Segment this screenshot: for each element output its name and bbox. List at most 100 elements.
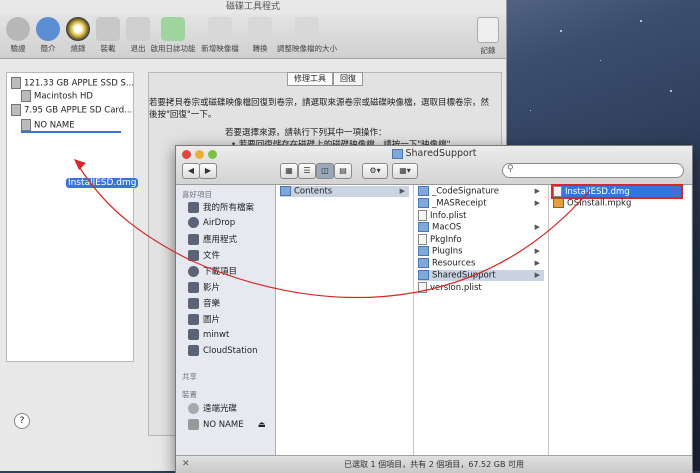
column-2: _CodeSignature ▶ _MASReceipt ▶ Info.plist … — [414, 185, 549, 455]
action-gear-button[interactable]: ⚙▾ — [362, 163, 388, 179]
sidebar-item-applications[interactable]: 應用程式 — [188, 233, 237, 245]
airdrop-icon — [188, 217, 199, 228]
list-item-selected[interactable]: InstallESD.dmg — [551, 184, 683, 199]
folder-icon — [418, 270, 429, 280]
sidebar-item-no-name[interactable]: NO NAME ⏏ — [188, 419, 266, 430]
list-item[interactable]: _CodeSignature ▶ — [418, 186, 544, 197]
burn-icon — [66, 17, 90, 41]
arrange-icon: ▦ — [399, 166, 407, 175]
documents-icon — [188, 250, 199, 261]
folder-icon — [188, 345, 199, 356]
arrange-button[interactable]: ▦▾ — [392, 163, 418, 179]
convert-button[interactable]: 轉換 — [242, 14, 278, 54]
resize-image-icon — [295, 17, 319, 41]
sidebar-item-airdrop[interactable]: AirDrop — [188, 217, 235, 228]
search-input[interactable]: ⚲ — [502, 163, 684, 178]
home-icon — [188, 329, 199, 340]
gear-icon: ⚙ — [369, 166, 377, 175]
disk-image-icon — [553, 186, 562, 197]
eject-icon[interactable]: ⏏ — [258, 420, 266, 430]
dragged-file-label: InstallESD.dmg — [66, 178, 139, 188]
all-files-icon — [188, 202, 199, 213]
folder-icon — [391, 148, 403, 159]
volume-icon — [188, 419, 199, 430]
list-item[interactable]: SharedSupport ▶ — [418, 270, 544, 281]
log-button[interactable]: 記錄 — [470, 14, 506, 56]
folder-icon — [418, 222, 429, 232]
back-button[interactable]: ◀ — [182, 163, 200, 179]
disk-item[interactable]: 7.95 GB APPLE SD Card... — [11, 104, 132, 116]
disc-icon — [188, 403, 199, 414]
enable-journaling-button[interactable]: 啟用日誌功能 — [148, 14, 198, 54]
document-icon — [418, 282, 427, 293]
list-item[interactable]: MacOS ▶ — [418, 222, 544, 233]
sd-card-icon — [11, 104, 21, 116]
list-item[interactable]: PlugIns ▶ — [418, 246, 544, 257]
column-3: InstallESD.dmg OSInstall.mpkg — [549, 184, 691, 455]
sidebar-item-music[interactable]: 音樂 — [188, 297, 220, 309]
movies-icon — [188, 282, 199, 293]
disk-item[interactable]: 121.33 GB APPLE SSD S... — [11, 77, 134, 89]
resize-image-button[interactable]: 調整映像檔的大小 — [276, 14, 338, 54]
volume-item-drop-target[interactable]: NO NAME — [21, 119, 121, 133]
folder-icon — [418, 258, 429, 268]
finder-toolbar: SharedSupport ◀ ▶ ▦ ☰ ◫ ▤ ⚙▾ ▦▾ ⚲ — [176, 146, 692, 185]
folder-icon — [418, 198, 429, 208]
sidebar-item-cloudstation[interactable]: CloudStation — [188, 345, 258, 356]
sidebar-item-pictures[interactable]: 圖片 — [188, 313, 220, 325]
tab-bar: 修理工具 回復 — [287, 72, 363, 86]
downloads-icon — [188, 266, 199, 277]
column-1: Contents ▶ — [276, 185, 414, 455]
new-image-icon — [208, 17, 232, 41]
icon-view-button[interactable]: ▦ — [280, 163, 298, 179]
sidebar-item-home[interactable]: minwt — [188, 329, 229, 340]
search-icon: ⚲ — [507, 164, 514, 174]
tab-first-aid[interactable]: 修理工具 — [287, 72, 333, 86]
package-icon — [553, 198, 564, 208]
finder-sidebar: 喜好項目 我的所有檔案 AirDrop 應用程式 文件 下載項目 影片 音樂 圖… — [176, 185, 276, 455]
sidebar-item-remote-disc[interactable]: 遠端光碟 — [188, 402, 237, 414]
document-icon — [418, 234, 427, 245]
journal-icon — [161, 17, 185, 41]
toolbar: 驗證 簡介 燒錄 裝載 退出 啟用日誌功能 新增映像檔 轉換 調整映像檔的大小 … — [0, 14, 506, 59]
column-view-button[interactable]: ◫ — [316, 163, 334, 179]
document-icon — [418, 210, 427, 221]
new-image-button[interactable]: 新增映像檔 — [200, 14, 240, 54]
folder-icon — [280, 186, 291, 196]
window-title: 磁碟工具程式 — [225, 2, 280, 12]
eject-icon — [126, 17, 150, 41]
mount-icon — [96, 17, 120, 41]
info-icon — [36, 17, 60, 41]
convert-icon — [248, 17, 272, 41]
list-item[interactable]: PkgInfo — [418, 234, 544, 245]
path-icon[interactable]: ✕ — [182, 456, 190, 473]
log-icon — [477, 17, 499, 43]
volume-icon — [21, 119, 31, 131]
folder-icon — [418, 186, 429, 196]
microscope-icon — [6, 17, 30, 41]
music-icon — [188, 298, 199, 309]
list-item[interactable]: Info.plist — [418, 210, 544, 221]
finder-window: SharedSupport ◀ ▶ ▦ ☰ ◫ ▤ ⚙▾ ▦▾ ⚲ 喜好項目 我… — [175, 145, 693, 473]
volume-icon — [21, 90, 31, 102]
pictures-icon — [188, 314, 199, 325]
volume-item[interactable]: Macintosh HD — [21, 90, 93, 102]
applications-icon — [188, 234, 199, 245]
tab-restore[interactable]: 回復 — [333, 72, 363, 86]
sidebar-item-movies[interactable]: 影片 — [188, 281, 220, 293]
list-item[interactable]: OSInstall.mpkg — [553, 198, 681, 209]
restore-instructions: 若要拷貝卷宗或磁碟映像檔回復到卷宗，請選取來源卷宗或磁碟映像檔，選取目標卷宗，然… — [149, 98, 490, 150]
sidebar-header-favorites: 喜好項目 — [182, 190, 212, 199]
list-item[interactable]: Resources ▶ — [418, 258, 544, 269]
forward-button[interactable]: ▶ — [199, 163, 217, 179]
list-item[interactable]: version.plist — [418, 282, 544, 293]
sidebar-item-documents[interactable]: 文件 — [188, 249, 220, 261]
finder-title: SharedSupport — [176, 148, 692, 159]
sidebar-item-downloads[interactable]: 下載項目 — [188, 265, 237, 277]
list-item[interactable]: _MASReceipt ▶ — [418, 198, 544, 209]
sidebar-item-all-my-files[interactable]: 我的所有檔案 — [188, 201, 254, 213]
list-item[interactable]: Contents ▶ — [280, 186, 409, 197]
help-button[interactable]: ? — [14, 413, 30, 429]
cover-flow-button[interactable]: ▤ — [334, 163, 352, 179]
list-view-button[interactable]: ☰ — [298, 163, 316, 179]
